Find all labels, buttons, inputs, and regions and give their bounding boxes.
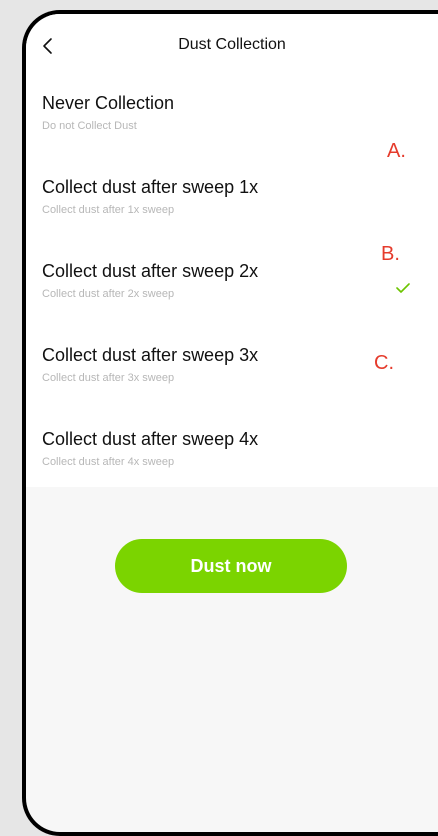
option-title: Collect dust after sweep 1x	[42, 177, 259, 197]
annotation-b: B.	[381, 243, 400, 265]
option-4x[interactable]: Collect dust after sweep 4x Collect dust…	[42, 428, 438, 500]
option-subtitle: Do not Collect Dust	[42, 120, 137, 132]
check-icon	[396, 283, 410, 293]
dust-now-button[interactable]: Dust now	[115, 539, 347, 593]
header: Dust Collection	[26, 14, 438, 84]
phone-frame: Dust Collection Never Collection Do not …	[22, 10, 438, 836]
option-never[interactable]: Never Collection Do not Collect Dust	[42, 92, 438, 164]
page-title: Dust Collection	[178, 36, 286, 53]
option-2x[interactable]: Collect dust after sweep 2x Collect dust…	[42, 260, 438, 332]
option-title: Collect dust after sweep 4x	[42, 429, 259, 449]
annotation-a: A.	[387, 140, 406, 162]
options-panel: Dust Collection Never Collection Do not …	[26, 14, 438, 487]
option-title: Collect dust after sweep 2x	[42, 261, 259, 281]
option-title: Never Collection	[42, 93, 175, 113]
option-subtitle: Collect dust after 2x sweep	[42, 288, 175, 300]
option-1x[interactable]: Collect dust after sweep 1x Collect dust…	[42, 176, 438, 248]
screen: Dust Collection Never Collection Do not …	[26, 14, 438, 832]
option-subtitle: Collect dust after 4x sweep	[42, 456, 175, 468]
option-subtitle: Collect dust after 1x sweep	[42, 204, 175, 216]
annotation-c: C.	[374, 352, 394, 374]
